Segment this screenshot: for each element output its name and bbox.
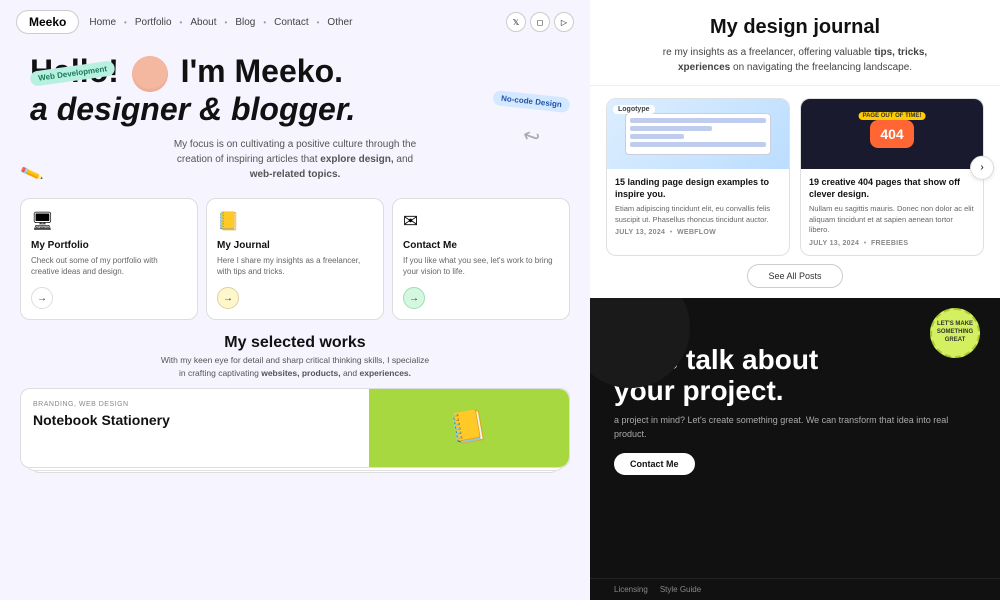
works-section: My selected works With my keen eye for d… (0, 328, 590, 384)
blog-img2-content: PAGE OUT OF TIME! 404 (801, 99, 983, 169)
ui-bar-1 (630, 118, 766, 123)
footer-licensing-link[interactable]: Licensing (614, 585, 648, 594)
blog-card-1-title: 15 landing page design examples to inspi… (615, 177, 781, 200)
journal-description: re my insights as a freelancer, offering… (610, 45, 980, 75)
blog-card-2-image: PAGE OUT OF TIME! 404 (801, 99, 983, 169)
blog-cards-row: Logotype 15 landing page design examples… (590, 86, 1000, 264)
journal-card: 📒 My Journal Here I share my insights as… (206, 198, 384, 320)
journal-arrow-button[interactable]: → (217, 287, 239, 309)
blog-card-2-title: 19 creative 404 pages that show off clev… (809, 177, 975, 200)
blog-card-1-date: July 13, 2024 (615, 229, 665, 236)
notebook-card-image: 📒 (369, 389, 569, 467)
instagram-icon[interactable]: ◻ (530, 12, 550, 32)
feature-cards: 🖥 My Portfolio Check out some of my port… (0, 190, 590, 328)
dot4: • (263, 18, 266, 27)
notebook-stationery-card[interactable]: Branding, Web Design Notebook Stationery… (20, 388, 570, 468)
blog-card-1[interactable]: Logotype 15 landing page design examples… (606, 98, 790, 256)
cta-description: a project in mind? Let's create somethin… (614, 414, 976, 441)
notebook-work-item: Branding, Web Design Notebook Stationery… (20, 388, 570, 468)
ui-bar-3 (630, 134, 684, 139)
contact-arrow-button[interactable]: → (403, 287, 425, 309)
hero-subtitle: a designer & blogger. (30, 91, 355, 127)
cta-badge-text: LET'S MAKESOMETHINGGREAT (937, 321, 973, 344)
blog-card-2-category: Freebies (871, 240, 908, 247)
blog-card-1-body: 15 landing page design examples to inspi… (607, 169, 789, 244)
ui-bar-2 (630, 126, 711, 131)
tv-label: PAGE OUT OF TIME! (859, 112, 926, 120)
contact-me-button[interactable]: Contact Me (614, 453, 695, 475)
contact-card-desc: If you like what you see, let's work to … (403, 255, 559, 277)
blog-img1-content: Logotype (607, 99, 789, 169)
blog-card-1-category: Webflow (677, 229, 716, 236)
logotype-label: Logotype (613, 105, 655, 114)
blog-next-arrow[interactable]: › (970, 156, 994, 180)
cta-section: LET'S MAKESOMETHINGGREAT Let's talk abou… (590, 298, 1000, 578)
portfolio-card-title: My Portfolio (31, 240, 187, 251)
ui-mockup (625, 113, 771, 155)
navbar: Meeko Home • Portfolio • About • Blog • … (0, 0, 590, 44)
blog-card-2-date: July 13, 2024 (809, 240, 859, 247)
blog-card-1-desc: Etiam adipiscing tincidunt elit, eu conv… (615, 204, 781, 225)
notebook-name: Notebook Stationery (33, 412, 357, 428)
youtube-icon[interactable]: ▷ (554, 12, 574, 32)
right-panel: My design journal re my insights as a fr… (590, 0, 1000, 600)
portfolio-card: 🖥 My Portfolio Check out some of my port… (20, 198, 198, 320)
see-all-posts-button[interactable]: See All Posts (747, 264, 842, 288)
nav-contact[interactable]: Contact (274, 17, 308, 28)
works-description: With my keen eye for detail and sharp cr… (20, 354, 570, 380)
hero-name: I'm Meeko. (181, 53, 343, 89)
nav-portfolio[interactable]: Portfolio (135, 17, 172, 28)
blog-card-1-meta: July 13, 2024 • Webflow (615, 229, 781, 236)
pencil-icon: ✏️ (19, 161, 45, 187)
blog-card-2-body: 19 creative 404 pages that show off clev… (801, 169, 983, 255)
nav-about[interactable]: About (190, 17, 216, 28)
journal-title: My design journal (610, 16, 980, 39)
twitter-icon[interactable]: 𝕏 (506, 12, 526, 32)
portfolio-card-desc: Check out some of my portfolio with crea… (31, 255, 187, 277)
blog-card-2-meta: July 13, 2024 • Freebies (809, 240, 975, 247)
nav-links: Home • Portfolio • About • Blog • Contac… (89, 17, 352, 28)
nav-home[interactable]: Home (89, 17, 116, 28)
contact-card-title: Contact Me (403, 240, 559, 251)
footer-style-guide-link[interactable]: Style Guide (660, 585, 701, 594)
blog-card-2[interactable]: PAGE OUT OF TIME! 404 19 creative 404 pa… (800, 98, 984, 256)
notebook-image-icon: 📒 (448, 407, 491, 448)
blog-card-1-image: Logotype (607, 99, 789, 169)
dot1: • (124, 18, 127, 27)
journal-section: My design journal re my insights as a fr… (590, 0, 1000, 86)
journal-icon: 📒 (217, 211, 373, 232)
portfolio-arrow-button[interactable]: → (31, 287, 53, 309)
cta-badge: LET'S MAKESOMETHINGGREAT (930, 308, 980, 358)
blog-card-2-desc: Nullam eu sagittis mauris. Donec non dol… (809, 204, 975, 236)
nav-logo[interactable]: Meeko (16, 10, 79, 34)
hero-section: Web Development No-code Design ✏️ ↩ Hell… (0, 44, 590, 182)
avatar (132, 56, 168, 92)
portfolio-icon: 🖥 (31, 211, 187, 232)
journal-card-desc: Here I share my insights as a freelancer… (217, 255, 373, 277)
hero-description: My focus is on cultivating a positive cu… (165, 137, 425, 182)
contact-icon: ✉ (403, 211, 559, 232)
left-panel: Meeko Home • Portfolio • About • Blog • … (0, 0, 590, 600)
ui-bar-4 (630, 142, 766, 147)
nav-social-icons: 𝕏 ◻ ▷ (506, 12, 574, 32)
dot5: • (317, 18, 320, 27)
journal-card-title: My Journal (217, 240, 373, 251)
nav-blog[interactable]: Blog (235, 17, 255, 28)
notebook-tag: Branding, Web Design (33, 401, 357, 408)
tv-404-display: PAGE OUT OF TIME! 404 (870, 120, 913, 148)
notebook-card-info: Branding, Web Design Notebook Stationery (21, 389, 369, 467)
dot3: • (225, 18, 228, 27)
nav-other[interactable]: Other (327, 17, 352, 28)
dark-footer: Licensing Style Guide (590, 578, 1000, 600)
contact-card: ✉ Contact Me If you like what you see, l… (392, 198, 570, 320)
dot2: • (180, 18, 183, 27)
works-title: My selected works (20, 334, 570, 352)
